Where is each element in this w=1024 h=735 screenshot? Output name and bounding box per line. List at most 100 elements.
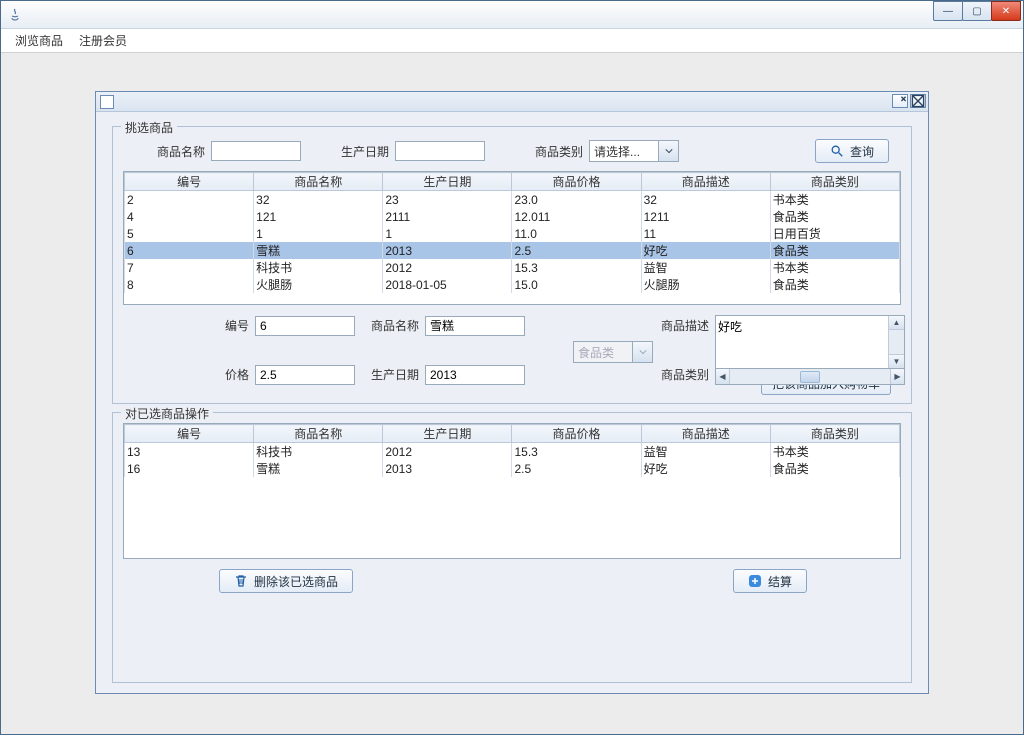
table-cell: 2018-01-05 xyxy=(383,276,512,293)
table-cell: 16 xyxy=(125,460,254,477)
table-cell: 益智 xyxy=(641,443,770,461)
table-cell: 32 xyxy=(254,191,383,209)
input-goods-name[interactable] xyxy=(211,141,301,161)
document-icon xyxy=(100,95,114,109)
outer-window: — ▢ ✕ 浏览商品 注册会员 大头猿源码 xyxy=(0,0,1024,735)
scroll-down-icon[interactable]: ▼ xyxy=(889,354,904,368)
table-cell: 1 xyxy=(254,225,383,242)
menu-register-member[interactable]: 注册会员 xyxy=(71,28,135,53)
table-row[interactable]: 7科技书201215.3益智书本类 xyxy=(125,259,900,276)
combo-detail-category-value: 食品类 xyxy=(578,344,614,361)
table-cell: 121 xyxy=(254,208,383,225)
input-detail-name[interactable] xyxy=(425,316,525,336)
table-cell: 32 xyxy=(641,191,770,209)
th2-category[interactable]: 商品类别 xyxy=(770,425,899,443)
table-cell: 2012 xyxy=(383,443,512,461)
table-cell: 好吃 xyxy=(641,460,770,477)
combo-goods-category[interactable]: 请选择... xyxy=(589,140,679,162)
internal-frame: 大头猿源码 挑选商品 商品名称 生产日期 商品类别 请选择... xyxy=(95,91,929,694)
th2-desc[interactable]: 商品描述 xyxy=(641,425,770,443)
table-cell: 食品类 xyxy=(770,276,899,293)
table-cell: 火腿肠 xyxy=(254,276,383,293)
th-date[interactable]: 生产日期 xyxy=(383,173,512,191)
table-cell: 4 xyxy=(125,208,254,225)
outer-titlebar: — ▢ ✕ xyxy=(1,1,1023,29)
input-detail-price[interactable] xyxy=(255,365,355,385)
internal-titlebar[interactable] xyxy=(96,92,928,112)
table-cell: 科技书 xyxy=(254,259,383,276)
java-icon xyxy=(7,7,23,23)
label-produce-date: 生产日期 xyxy=(341,143,389,160)
label-goods-category: 商品类别 xyxy=(535,143,583,160)
table-cell: 2 xyxy=(125,191,254,209)
input-detail-date[interactable] xyxy=(425,365,525,385)
search-row: 商品名称 生产日期 商品类别 请选择... xyxy=(123,137,901,171)
table-cell: 科技书 xyxy=(254,443,383,461)
table-cell: 2.5 xyxy=(512,460,641,477)
close-button[interactable]: ✕ xyxy=(991,1,1021,21)
th2-date[interactable]: 生产日期 xyxy=(383,425,512,443)
table-row[interactable]: 16雪糕20132.5好吃食品类 xyxy=(125,460,900,477)
scroll-thumb[interactable] xyxy=(800,371,820,383)
menu-bar: 浏览商品 注册会员 xyxy=(1,29,1023,53)
group-select-goods-title: 挑选商品 xyxy=(121,119,177,136)
table-cell: 书本类 xyxy=(770,443,899,461)
table-row[interactable]: 51111.011日用百货 xyxy=(125,225,900,242)
chevron-down-icon xyxy=(658,141,678,161)
table-cell: 6 xyxy=(125,242,254,259)
internal-restore-button[interactable] xyxy=(892,94,908,108)
checkout-button[interactable]: 结算 xyxy=(733,569,807,593)
table-cell: 11 xyxy=(641,225,770,242)
table-row[interactable]: 2322323.032书本类 xyxy=(125,191,900,209)
th2-id[interactable]: 编号 xyxy=(125,425,254,443)
table-cell: 2012 xyxy=(383,259,512,276)
goods-table-wrap[interactable]: 编号 商品名称 生产日期 商品价格 商品描述 商品类别 2322323.032书… xyxy=(123,171,901,305)
th2-name[interactable]: 商品名称 xyxy=(254,425,383,443)
scroll-right-icon[interactable]: ▶ xyxy=(890,369,904,384)
desc-horizontal-scrollbar[interactable]: ◀ ▶ xyxy=(715,369,905,385)
combo-detail-category[interactable]: 食品类 xyxy=(573,341,653,363)
th2-price[interactable]: 商品价格 xyxy=(512,425,641,443)
table-row[interactable]: 13科技书201215.3益智书本类 xyxy=(125,443,900,461)
th-id[interactable]: 编号 xyxy=(125,173,254,191)
label-detail-desc: 商品描述 xyxy=(645,317,715,334)
th-desc[interactable]: 商品描述 xyxy=(641,173,770,191)
table-cell: 13 xyxy=(125,443,254,461)
minimize-button[interactable]: — xyxy=(933,1,963,21)
table-cell: 食品类 xyxy=(770,242,899,259)
internal-close-button[interactable] xyxy=(910,94,926,108)
th-category[interactable]: 商品类别 xyxy=(770,173,899,191)
maximize-button[interactable]: ▢ xyxy=(962,1,992,21)
table-cell: 23.0 xyxy=(512,191,641,209)
table-cell: 1211 xyxy=(641,208,770,225)
query-button[interactable]: 查询 xyxy=(815,139,889,163)
table-cell: 雪糕 xyxy=(254,460,383,477)
label-detail-id: 编号 xyxy=(195,317,255,334)
scroll-up-icon[interactable]: ▲ xyxy=(889,316,904,330)
cart-table-wrap[interactable]: 编号 商品名称 生产日期 商品价格 商品描述 商品类别 13科技书201215.… xyxy=(123,423,901,559)
table-row[interactable]: 8火腿肠2018-01-0515.0火腿肠食品类 xyxy=(125,276,900,293)
table-row[interactable]: 6雪糕20132.5好吃食品类 xyxy=(125,242,900,259)
table-cell: 火腿肠 xyxy=(641,276,770,293)
scroll-left-icon[interactable]: ◀ xyxy=(716,369,730,384)
query-button-label: 查询 xyxy=(850,143,874,160)
group-selected-ops-title: 对已选商品操作 xyxy=(121,405,213,422)
table-row[interactable]: 4121211112.0111211食品类 xyxy=(125,208,900,225)
table-cell: 2013 xyxy=(383,460,512,477)
table-cell: 2111 xyxy=(383,208,512,225)
table-cell: 1 xyxy=(383,225,512,242)
table-cell: 2.5 xyxy=(512,242,641,259)
input-produce-date[interactable] xyxy=(395,141,485,161)
table-cell: 日用百货 xyxy=(770,225,899,242)
th-price[interactable]: 商品价格 xyxy=(512,173,641,191)
cart-table: 编号 商品名称 生产日期 商品价格 商品描述 商品类别 13科技书201215.… xyxy=(124,424,900,477)
table-cell: 15.3 xyxy=(512,259,641,276)
delete-selected-button[interactable]: 删除该已选商品 xyxy=(219,569,353,593)
input-detail-id[interactable] xyxy=(255,316,355,336)
th-name[interactable]: 商品名称 xyxy=(254,173,383,191)
textarea-detail-desc[interactable] xyxy=(716,316,888,368)
desc-vertical-scrollbar[interactable]: ▲ ▼ xyxy=(888,316,904,368)
label-detail-price: 价格 xyxy=(195,366,255,383)
label-goods-name: 商品名称 xyxy=(157,143,205,160)
menu-browse-goods[interactable]: 浏览商品 xyxy=(7,28,71,53)
